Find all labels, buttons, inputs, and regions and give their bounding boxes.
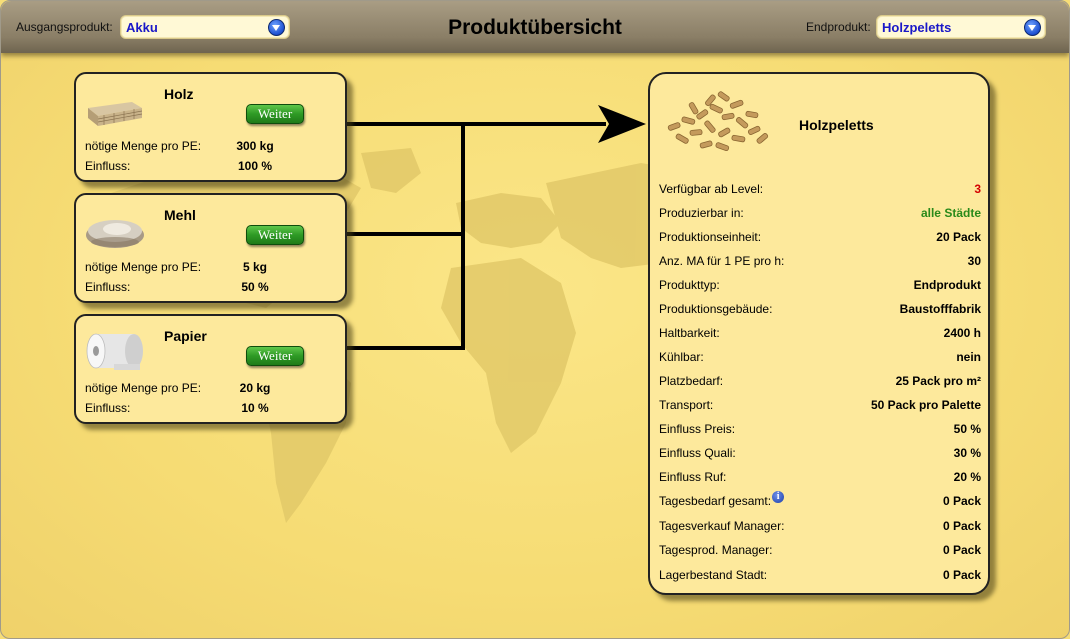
detail-value: 0 Pack bbox=[942, 568, 981, 582]
detail-label: Produktionseinheit: bbox=[659, 230, 761, 244]
detail-value: 30 % bbox=[953, 446, 981, 460]
detail-value: 0 Pack bbox=[942, 494, 981, 508]
detail-label-text: Produkttyp: bbox=[659, 278, 720, 292]
influence-label: Einfluss: bbox=[85, 280, 131, 294]
detail-label: Anz. MA für 1 PE pro h: bbox=[659, 254, 784, 268]
amount-value: 20 kg bbox=[239, 381, 271, 395]
amount-label: nötige Menge pro PE: bbox=[85, 139, 202, 153]
influence-label: Einfluss: bbox=[85, 159, 131, 173]
ingredient-card: Holz Weiter nötige Menge pro PE: 300 kg … bbox=[74, 72, 347, 182]
detail-row: Produkttyp: Endprodukt bbox=[659, 278, 981, 296]
detail-label-text: Anz. MA für 1 PE pro h: bbox=[659, 254, 785, 268]
ingredient-card: Mehl Weiter nötige Menge pro PE: 5 kg Ei… bbox=[74, 193, 347, 303]
product-detail-card: Holzpeletts Verfügbar ab Level: 3 Produzie… bbox=[648, 72, 990, 595]
detail-label: Produkttyp: bbox=[659, 278, 720, 292]
detail-value: alle Städte bbox=[920, 206, 981, 220]
detail-value: 50 Pack pro Palette bbox=[870, 398, 981, 412]
product-name: Holzpeletts bbox=[799, 117, 874, 133]
detail-value: 50 % bbox=[953, 422, 981, 436]
detail-row: Einfluss Ruf: 20 % bbox=[659, 470, 981, 488]
detail-label-text: Produzierbar in: bbox=[659, 206, 744, 220]
detail-label-text: Tagesverkauf Manager: bbox=[659, 519, 785, 533]
amount-value: 300 kg bbox=[236, 139, 274, 153]
detail-label-text: Einfluss Preis: bbox=[659, 422, 736, 436]
influence-label: Einfluss: bbox=[85, 401, 131, 415]
detail-row: Lagerbestand Stadt: 0 Pack bbox=[659, 568, 981, 586]
detail-label: Lagerbestand Stadt: bbox=[659, 568, 767, 582]
detail-row: Produktionseinheit: 20 Pack bbox=[659, 230, 981, 248]
detail-label-text: Platzbedarf: bbox=[659, 374, 724, 388]
detail-row: Einfluss Preis: 50 % bbox=[659, 422, 981, 440]
detail-label: Tagesprod. Manager: bbox=[659, 543, 772, 557]
detail-label: Produktionsgebäude: bbox=[659, 302, 772, 316]
detail-label: Einfluss Ruf: bbox=[659, 470, 726, 484]
detail-row: Haltbarkeit: 2400 h bbox=[659, 326, 981, 344]
detail-value: 0 Pack bbox=[942, 543, 981, 557]
detail-label-text: Einfluss Ruf: bbox=[659, 470, 727, 484]
detail-row: Produzierbar in: alle Städte bbox=[659, 206, 981, 224]
detail-row: Einfluss Quali: 30 % bbox=[659, 446, 981, 464]
wood-planks-image bbox=[88, 102, 143, 126]
detail-label-text: Tagesprod. Manager: bbox=[659, 543, 773, 557]
detail-value: nein bbox=[956, 350, 981, 364]
detail-label: Verfügbar ab Level: bbox=[659, 182, 763, 196]
detail-value: 20 % bbox=[953, 470, 981, 484]
detail-row: Kühlbar: nein bbox=[659, 350, 981, 368]
detail-label: Einfluss Quali: bbox=[659, 446, 736, 460]
ingredient-card: Papier Weiter nötige Menge pro PE: 20 kg… bbox=[74, 314, 347, 424]
amount-value: 5 kg bbox=[242, 260, 267, 274]
info-icon[interactable]: i bbox=[772, 491, 785, 503]
detail-label-text: Tagesbedarf gesamt: bbox=[659, 494, 772, 508]
weiter-button[interactable]: Weiter bbox=[246, 225, 304, 245]
detail-value: 2400 h bbox=[943, 326, 981, 340]
detail-label: Tagesbedarf gesamt: i bbox=[659, 491, 785, 508]
detail-value: 25 Pack pro m² bbox=[895, 374, 981, 388]
flour-bowl-image bbox=[86, 220, 144, 248]
detail-value: Endprodukt bbox=[913, 278, 981, 292]
detail-row: Transport: 50 Pack pro Palette bbox=[659, 398, 981, 416]
detail-row: Tagesverkauf Manager: 0 Pack bbox=[659, 519, 981, 537]
detail-row: Tagesprod. Manager: 0 Pack bbox=[659, 543, 981, 561]
amount-label: nötige Menge pro PE: bbox=[85, 260, 202, 274]
detail-value: 0 Pack bbox=[942, 519, 981, 533]
amount-label: nötige Menge pro PE: bbox=[85, 381, 202, 395]
influence-value: 100 % bbox=[237, 159, 273, 173]
detail-label-text: Produktionsgebäude: bbox=[659, 302, 773, 316]
detail-label: Haltbarkeit: bbox=[659, 326, 720, 340]
weiter-button[interactable]: Weiter bbox=[246, 104, 304, 124]
wood-pellets-image bbox=[667, 91, 769, 152]
detail-label: Transport: bbox=[659, 398, 713, 412]
detail-value: 3 bbox=[974, 182, 981, 196]
detail-value: 30 bbox=[967, 254, 981, 268]
detail-label-text: Haltbarkeit: bbox=[659, 326, 720, 340]
detail-label: Kühlbar: bbox=[659, 350, 704, 364]
detail-label-text: Kühlbar: bbox=[659, 350, 704, 364]
detail-label-text: Produktionseinheit: bbox=[659, 230, 762, 244]
detail-row: Produktionsgebäude: Baustofffabrik bbox=[659, 302, 981, 320]
detail-value: 20 Pack bbox=[936, 230, 981, 244]
detail-row: Platzbedarf: 25 Pack pro m² bbox=[659, 374, 981, 392]
ingredient-name: Holz bbox=[164, 86, 194, 102]
detail-label: Tagesverkauf Manager: bbox=[659, 519, 784, 533]
detail-label-text: Transport: bbox=[659, 398, 714, 412]
detail-row: Anz. MA für 1 PE pro h: 30 bbox=[659, 254, 981, 272]
detail-label-text: Lagerbestand Stadt: bbox=[659, 568, 768, 582]
ingredient-name: Papier bbox=[164, 328, 207, 344]
ingredient-name: Mehl bbox=[164, 207, 196, 223]
detail-label: Einfluss Preis: bbox=[659, 422, 735, 436]
weiter-button[interactable]: Weiter bbox=[246, 346, 304, 366]
detail-value: Baustofffabrik bbox=[899, 302, 981, 316]
influence-value: 10 % bbox=[241, 401, 269, 415]
detail-row: Tagesbedarf gesamt: i 0 Pack bbox=[659, 491, 981, 512]
paper-roll-image bbox=[86, 333, 143, 370]
detail-row: Verfügbar ab Level: 3 bbox=[659, 182, 981, 200]
detail-label-text: Einfluss Quali: bbox=[659, 446, 736, 460]
influence-value: 50 % bbox=[241, 280, 269, 294]
detail-label: Platzbedarf: bbox=[659, 374, 723, 388]
detail-label: Produzierbar in: bbox=[659, 206, 744, 220]
detail-label-text: Verfügbar ab Level: bbox=[659, 182, 764, 196]
app-frame: Ausgangsprodukt: Akku Produktübersicht E… bbox=[0, 0, 1070, 639]
